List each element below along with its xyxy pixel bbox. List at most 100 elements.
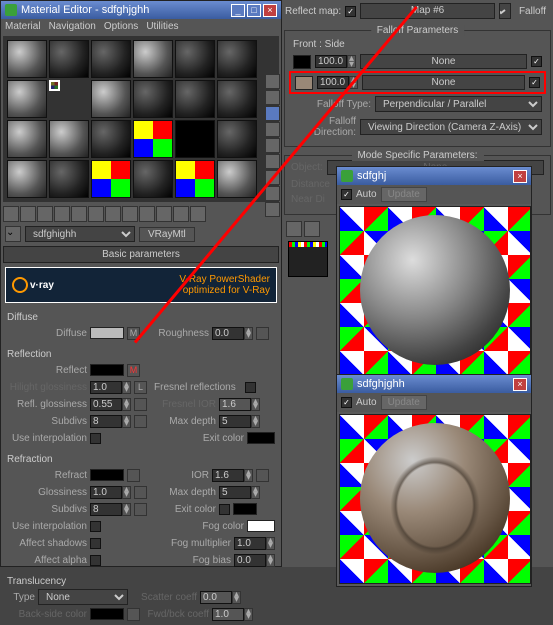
material-type-button[interactable]: VRayMtl <box>139 227 195 242</box>
background-button[interactable] <box>265 106 280 121</box>
sample-slot[interactable] <box>7 80 47 118</box>
refr-subdivs-spinner[interactable] <box>90 503 122 516</box>
make-copy-button[interactable] <box>71 206 87 222</box>
subdivs-slot-button[interactable] <box>134 415 147 428</box>
go-forward-button[interactable] <box>190 206 206 222</box>
show-map-button[interactable] <box>139 206 155 222</box>
refr-maxdepth-spinner[interactable] <box>219 486 251 499</box>
side-map-button[interactable]: None <box>362 75 525 90</box>
sample-slot[interactable] <box>7 40 47 78</box>
basic-params-rollup[interactable]: Basic parameters <box>3 246 279 263</box>
backside-map-button[interactable] <box>127 608 140 621</box>
refr-exitcolor-swatch[interactable] <box>233 503 257 515</box>
refr-useinterp-checkbox[interactable] <box>90 521 101 532</box>
make-preview-button[interactable] <box>265 154 280 169</box>
sample-slot[interactable] <box>7 120 47 158</box>
sample-slot-selected[interactable] <box>49 80 60 91</box>
refr-gloss-spinner[interactable] <box>90 486 122 499</box>
material-id-button[interactable] <box>122 206 138 222</box>
sample-slot[interactable] <box>49 120 89 158</box>
minimize-button[interactable]: _ <box>231 4 245 17</box>
put-to-library-button[interactable] <box>105 206 121 222</box>
sample-slot[interactable] <box>175 120 215 158</box>
refl-maxdepth-spinner[interactable] <box>219 415 251 428</box>
sample-slot[interactable] <box>133 120 173 158</box>
sample-slot[interactable] <box>175 40 215 78</box>
refr-subdivs-slot-button[interactable] <box>134 503 147 516</box>
fwdbck-spinner[interactable] <box>212 608 244 621</box>
sample-uv-button[interactable] <box>265 122 280 137</box>
refl-exitcolor-swatch[interactable] <box>247 432 275 444</box>
front-map-checkbox[interactable] <box>531 56 542 67</box>
falloff-dir-dropdown[interactable]: Viewing Direction (Camera Z-Axis) <box>360 119 542 135</box>
fogmult-spinner[interactable] <box>234 537 266 550</box>
menu-options[interactable]: Options <box>104 21 138 32</box>
map-type-dropdown[interactable] <box>499 3 511 19</box>
hilight-lock-button[interactable]: L <box>134 381 147 394</box>
nav-button-1[interactable] <box>286 221 302 237</box>
preview1-update-button[interactable]: Update <box>381 187 427 202</box>
close-button[interactable]: × <box>263 4 277 17</box>
preview1-close-button[interactable]: × <box>513 170 527 183</box>
sample-slot[interactable] <box>91 40 131 78</box>
assign-to-selection-button[interactable] <box>37 206 53 222</box>
preview2-titlebar[interactable]: sdfghjghh × <box>337 375 531 393</box>
sample-slot[interactable] <box>217 160 257 198</box>
side-value-spinner[interactable] <box>317 76 349 89</box>
fogcolor-swatch[interactable] <box>247 520 275 532</box>
ior-map-button[interactable] <box>256 469 269 482</box>
side-map-checkbox[interactable] <box>529 77 540 88</box>
material-name-dropdown[interactable]: sdfghighh <box>25 226 135 242</box>
side-color-swatch[interactable] <box>295 76 313 90</box>
roughness-spinner[interactable] <box>212 327 244 340</box>
select-by-mat-button[interactable] <box>265 186 280 201</box>
go-to-parent-button[interactable] <box>173 206 189 222</box>
preview1-auto-checkbox[interactable] <box>341 189 352 200</box>
make-unique-button[interactable] <box>88 206 104 222</box>
maximize-button[interactable]: □ <box>247 4 261 17</box>
show-end-result-button[interactable] <box>156 206 172 222</box>
sample-slot[interactable] <box>217 80 257 118</box>
preview1-titlebar[interactable]: sdfghj × <box>337 167 531 185</box>
menu-navigation[interactable]: Navigation <box>49 21 96 32</box>
reset-map-button[interactable] <box>54 206 70 222</box>
ior-spinner[interactable] <box>212 469 244 482</box>
refr-exitcolor-checkbox[interactable] <box>219 504 230 515</box>
sample-slot[interactable] <box>133 80 173 118</box>
diffuse-color-swatch[interactable] <box>90 327 124 339</box>
get-material-button[interactable] <box>3 206 19 222</box>
nav-button-2[interactable] <box>304 221 320 237</box>
titlebar[interactable]: Material Editor - sdfghjghh _ □ × <box>1 1 281 19</box>
front-color-swatch[interactable] <box>293 55 311 69</box>
sample-slot[interactable] <box>91 160 131 198</box>
roughness-map-button[interactable] <box>256 327 269 340</box>
front-map-button[interactable]: None <box>360 54 527 69</box>
refract-map-button[interactable] <box>127 469 140 482</box>
affectalpha-checkbox[interactable] <box>90 555 101 566</box>
sample-slot[interactable] <box>49 40 89 78</box>
falloff-type-dropdown[interactable]: Perpendicular / Parallel <box>375 96 542 112</box>
sample-slot[interactable] <box>7 160 47 198</box>
sample-slot[interactable] <box>91 120 131 158</box>
sample-slot[interactable] <box>133 160 173 198</box>
menu-material[interactable]: Material <box>5 21 41 32</box>
refl-subdivs-spinner[interactable] <box>90 415 122 428</box>
gradient-preview[interactable] <box>288 241 328 277</box>
refl-gloss-spinner[interactable] <box>90 398 122 411</box>
backside-swatch[interactable] <box>90 608 124 620</box>
preview2-update-button[interactable]: Update <box>381 395 427 410</box>
preview2-auto-checkbox[interactable] <box>341 397 352 408</box>
pick-material-button[interactable]: ⌄ <box>5 226 21 242</box>
preview2-close-button[interactable]: × <box>513 378 527 391</box>
material-map-nav-button[interactable] <box>265 202 280 217</box>
scatter-spinner[interactable] <box>200 591 232 604</box>
sample-slot[interactable] <box>217 120 257 158</box>
sample-slot[interactable] <box>175 80 215 118</box>
hilight-spinner[interactable] <box>90 381 122 394</box>
reflect-map-button[interactable]: M <box>127 364 140 377</box>
sample-type-button[interactable] <box>265 74 280 89</box>
backlight-button[interactable] <box>265 90 280 105</box>
sample-slot[interactable] <box>217 40 257 78</box>
fogbias-spinner[interactable] <box>234 554 266 567</box>
refl-gloss-map-button[interactable] <box>134 398 147 411</box>
